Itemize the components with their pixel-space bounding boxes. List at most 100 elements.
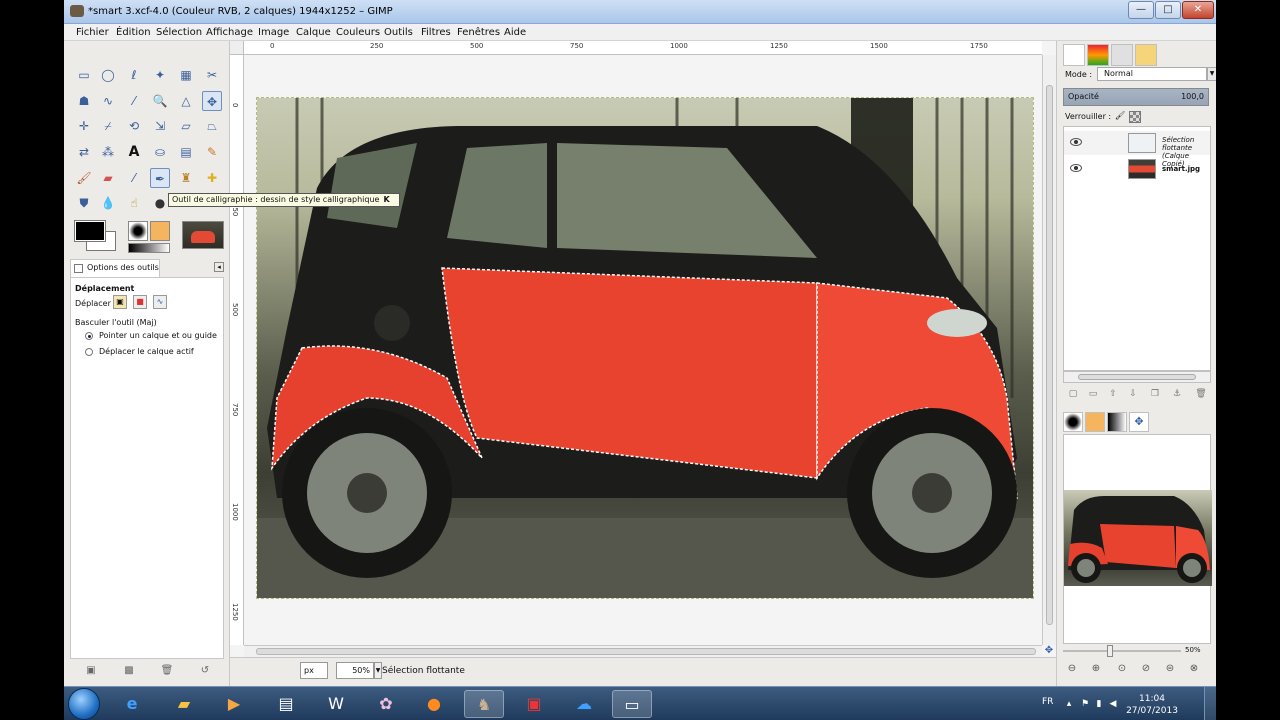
mode-select[interactable]: Normal (1097, 67, 1207, 81)
image-canvas[interactable] (256, 97, 1034, 599)
language-indicator[interactable]: FR (1042, 697, 1053, 707)
minimize-button[interactable]: — (1128, 1, 1154, 19)
foreground-select-icon[interactable]: ☗ (74, 91, 94, 111)
zoom-in-icon[interactable]: ⊕ (1089, 663, 1103, 677)
radio-pick-layer[interactable] (85, 332, 93, 340)
color-select-icon[interactable]: ▦ (176, 65, 196, 85)
menu-image[interactable]: Image (258, 27, 289, 38)
tab-patterns[interactable] (1085, 412, 1105, 432)
volume-icon[interactable]: ◀ (1108, 699, 1118, 709)
system-clock[interactable]: 11:04 27/07/2013 (1124, 693, 1180, 717)
blend-icon[interactable]: ▤ (176, 142, 196, 162)
menu-calque[interactable]: Calque (296, 27, 331, 38)
zoom-100-icon[interactable]: ⊙ (1115, 663, 1129, 677)
tab-layers[interactable] (1063, 44, 1085, 66)
internet-explorer-icon[interactable]: e (112, 690, 152, 718)
paintbrush-icon[interactable]: 🖌 (74, 168, 94, 188)
wordpad-icon[interactable]: ▤ (266, 690, 306, 718)
restore-options-icon[interactable]: ▩ (122, 665, 136, 677)
gimp-app-icon[interactable] (70, 5, 84, 17)
menu-edition[interactable]: Édition (116, 27, 151, 38)
measure-icon[interactable]: △ (176, 91, 196, 111)
canvas-vertical-scrollbar[interactable] (1042, 55, 1056, 645)
color-picker-icon[interactable]: ⁄ (124, 91, 144, 111)
scissors-select-icon[interactable]: ✂ (202, 65, 222, 85)
heal-icon[interactable]: ✚ (202, 168, 222, 188)
rect-select-icon[interactable]: ▭ (74, 65, 94, 85)
anchor-layer-icon[interactable]: ⚓ (1171, 389, 1183, 401)
new-layer-group-icon[interactable]: ▭ (1087, 389, 1099, 401)
paths-icon[interactable]: ∿ (98, 91, 118, 111)
tray-chevron-icon[interactable]: ▴ (1064, 699, 1074, 709)
align-icon[interactable]: ✛ (74, 116, 94, 136)
fuzzy-select-icon[interactable]: ✦ (150, 65, 170, 85)
smudge-icon[interactable]: ☝ (124, 193, 144, 213)
raise-layer-icon[interactable]: ⇧ (1107, 389, 1119, 401)
explorer-folder-icon[interactable]: ▰ (164, 690, 204, 718)
lock-pixels-icon[interactable]: 🖌 (1115, 111, 1125, 121)
radio-move-active[interactable] (85, 348, 93, 356)
navigation-zoom-slider[interactable] (1063, 645, 1181, 657)
tab-brushes[interactable] (1063, 412, 1083, 432)
delete-layer-icon[interactable]: 🗑 (1195, 389, 1207, 401)
tab-menu-icon[interactable]: ◂ (214, 262, 224, 272)
eye-icon[interactable] (1070, 164, 1082, 172)
cage-transform-icon[interactable]: ⁂ (98, 142, 118, 162)
crop-icon[interactable]: ⌿ (98, 116, 118, 136)
firefox-icon[interactable]: ● (414, 690, 454, 718)
tab-tool-options[interactable]: Options des outils (70, 259, 160, 277)
navigation-panel[interactable] (1063, 434, 1212, 644)
flip-icon[interactable]: ⇄ (74, 142, 94, 162)
tab-navigation[interactable]: ✥ (1129, 412, 1149, 432)
canvas-horizontal-scrollbar[interactable] (244, 645, 1042, 657)
zoom-shrink-icon[interactable]: ⊗ (1187, 663, 1201, 677)
pencil-icon[interactable]: ✎ (202, 142, 222, 162)
scrollbar-thumb[interactable] (256, 648, 1036, 655)
zoom-fill-icon[interactable]: ⊜ (1163, 663, 1177, 677)
slider-knob[interactable] (1107, 645, 1113, 657)
menu-couleurs[interactable]: Couleurs (336, 27, 380, 38)
eye-icon[interactable] (1070, 138, 1082, 146)
zoom-icon[interactable]: 🔍 (150, 91, 170, 111)
ink-icon[interactable]: ✒ (150, 168, 170, 188)
rotate-icon[interactable]: ⟲ (124, 116, 144, 136)
layers-horizontal-scrollbar[interactable] (1063, 371, 1211, 383)
zoom-out-icon[interactable]: ⊖ (1065, 663, 1079, 677)
tray-action-icon[interactable]: ⚑ (1080, 699, 1090, 709)
move-path-button[interactable]: ∿ (153, 295, 167, 309)
pattern-preview[interactable] (150, 221, 170, 241)
dodge-burn-icon[interactable]: ● (150, 193, 170, 213)
move-selection-button[interactable]: ■ (133, 295, 147, 309)
unit-select[interactable]: px (300, 662, 328, 679)
cloud-icon[interactable]: ☁ (564, 690, 604, 718)
scrollbar-thumb[interactable] (1046, 85, 1053, 625)
start-button[interactable] (68, 688, 100, 720)
radio-pick-layer-label[interactable]: Pointer un calque et ou guide (99, 331, 217, 340)
free-select-icon[interactable]: ℓ (124, 65, 144, 85)
close-button[interactable]: ✕ (1182, 1, 1214, 19)
reset-options-icon[interactable]: ↺ (198, 665, 212, 677)
new-layer-icon[interactable]: ▢ (1067, 389, 1079, 401)
menu-selection[interactable]: Sélection (156, 27, 202, 38)
delete-options-icon[interactable]: 🗑 (160, 665, 174, 677)
zoom-select[interactable]: 50% (336, 662, 374, 679)
tab-paths[interactable] (1111, 44, 1133, 66)
menu-affichage[interactable]: Affichage (206, 27, 253, 38)
gradient-preview[interactable] (128, 243, 170, 253)
show-desktop-button[interactable] (1204, 687, 1216, 720)
network-icon[interactable]: ▮ (1094, 699, 1104, 709)
eraser-icon[interactable]: ▰ (98, 168, 118, 188)
media-player-icon[interactable]: ▶ (214, 690, 254, 718)
scale-icon[interactable]: ⇲ (150, 116, 170, 136)
chevron-down-icon[interactable]: ▼ (1207, 67, 1216, 81)
paint-icon[interactable]: ✿ (366, 690, 406, 718)
move-layer-button[interactable]: ▣ (113, 295, 127, 309)
store-icon[interactable]: ▣ (514, 690, 554, 718)
ellipse-select-icon[interactable]: ◯ (98, 65, 118, 85)
word-icon[interactable]: W (316, 690, 356, 718)
shear-icon[interactable]: ▱ (176, 116, 196, 136)
layer-smart-jpg[interactable]: smart.jpg (1064, 157, 1210, 181)
perspective-clone-icon[interactable]: ⛊ (74, 193, 94, 213)
text-tool-icon[interactable]: A (124, 142, 144, 162)
gimp-taskbar-icon[interactable]: ♞ (464, 690, 504, 718)
